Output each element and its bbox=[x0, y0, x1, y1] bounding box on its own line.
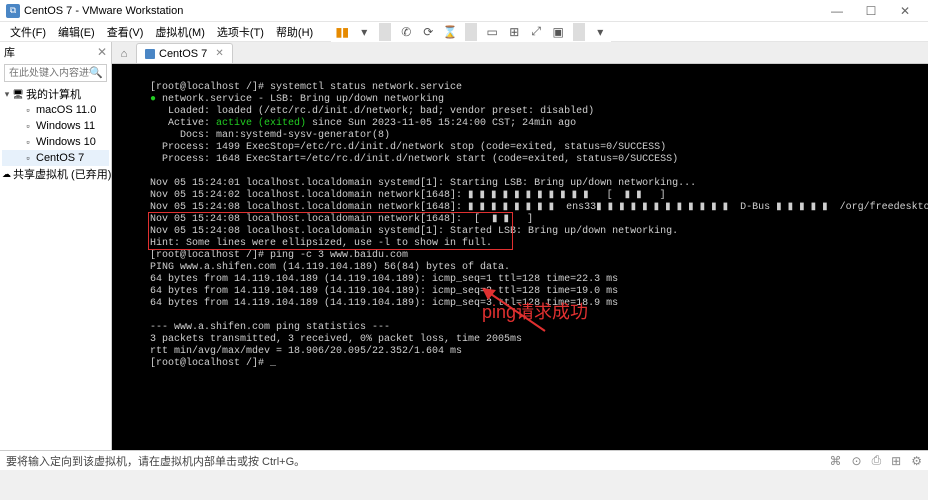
tree-label: 我的计算机 bbox=[26, 86, 81, 102]
term-line: Nov 05 15:24:02 localhost.localdomain ne… bbox=[150, 190, 666, 201]
tree-label: CentOS 7 bbox=[36, 152, 84, 164]
status-text: 要将输入定向到该虚拟机，请在虚拟机内部单击或按 Ctrl+G。 bbox=[6, 453, 305, 469]
unity-icon[interactable]: ▭ bbox=[481, 21, 503, 43]
menu-bar: 文件(F) 编辑(E) 查看(V) 虚拟机(M) 选项卡(T) 帮助(H) ▮▮… bbox=[0, 22, 928, 42]
tab-centos7[interactable]: CentOS 7 ✕ bbox=[136, 43, 233, 63]
terminal-output[interactable]: [root@localhost /]# systemctl status net… bbox=[112, 64, 928, 450]
vm-icon: ▫ bbox=[22, 104, 34, 116]
tab-close-icon[interactable]: ✕ bbox=[215, 48, 223, 59]
status-device-icon[interactable]: ⌘ bbox=[830, 454, 842, 468]
vm-icon: ▫ bbox=[22, 152, 34, 164]
library-sidebar: 库 ✕ 🔍 ▾🖥我的计算机 ▫macOS 11.0 ▫Windows 11 ▫W… bbox=[0, 42, 112, 450]
tree-item-shared[interactable]: ☁共享虚拟机 (已弃用) bbox=[2, 166, 109, 182]
status-device-icon[interactable]: ⊙ bbox=[852, 454, 862, 468]
send-icon[interactable]: ✆ bbox=[395, 21, 417, 43]
tree-item-centos7[interactable]: ▫CentOS 7 bbox=[2, 150, 109, 166]
pause-icon[interactable]: ▮▮ bbox=[331, 21, 353, 43]
term-line: network.service - LSB: Bring up/down net… bbox=[156, 94, 444, 105]
thumb-icon[interactable]: ⊞ bbox=[503, 21, 525, 43]
title-bar: ⧉ CentOS 7 - VMware Workstation — ☐ ✕ bbox=[0, 0, 928, 22]
toolbar-separator bbox=[573, 23, 585, 41]
app-icon: ⧉ bbox=[6, 4, 20, 18]
toolbar-separator bbox=[379, 23, 391, 41]
tree-item-macos[interactable]: ▫macOS 11.0 bbox=[2, 102, 109, 118]
term-line: --- www.a.shifen.com ping statistics --- bbox=[150, 322, 390, 333]
tree-label: 共享虚拟机 (已弃用) bbox=[13, 166, 111, 182]
tab-vm-icon bbox=[145, 49, 155, 59]
snapshot-icon[interactable]: ⌛ bbox=[439, 21, 461, 43]
tree-item-win10[interactable]: ▫Windows 10 bbox=[2, 134, 109, 150]
cycle-icon[interactable]: ⟳ bbox=[417, 21, 439, 43]
window-title: CentOS 7 - VMware Workstation bbox=[24, 5, 820, 17]
minimize-button[interactable]: — bbox=[820, 2, 854, 20]
tab-label: CentOS 7 bbox=[159, 48, 207, 60]
term-line: Loaded: loaded (/etc/rc.d/init.d/network… bbox=[150, 106, 594, 117]
stretch-icon[interactable]: ▣ bbox=[547, 21, 569, 43]
vm-icon: ▫ bbox=[22, 120, 34, 132]
toolbar-separator bbox=[465, 23, 477, 41]
term-line: Process: 1648 ExecStart=/etc/rc.d/init.d… bbox=[150, 154, 678, 165]
maximize-button[interactable]: ☐ bbox=[854, 2, 888, 20]
menu-view[interactable]: 查看(V) bbox=[101, 24, 150, 40]
sidebar-heading: 库 bbox=[4, 44, 15, 60]
status-bar: 要将输入定向到该虚拟机，请在虚拟机内部单击或按 Ctrl+G。 ⌘ ⊙ ⎙ ⊞ … bbox=[0, 450, 928, 470]
computer-icon: 🖥 bbox=[12, 88, 24, 100]
close-button[interactable]: ✕ bbox=[888, 2, 922, 20]
menu-help[interactable]: 帮助(H) bbox=[270, 24, 319, 40]
dropdown-icon[interactable]: ▾ bbox=[353, 21, 375, 43]
tree-item-win11[interactable]: ▫Windows 11 bbox=[2, 118, 109, 134]
sidebar-close-icon[interactable]: ✕ bbox=[97, 45, 107, 59]
term-line: [root@localhost /]# systemctl status net… bbox=[150, 82, 462, 93]
term-line: Process: 1499 ExecStop=/etc/rc.d/init.d/… bbox=[150, 142, 666, 153]
shared-icon: ☁ bbox=[2, 168, 11, 180]
tree-label: macOS 11.0 bbox=[36, 104, 96, 116]
menu-file[interactable]: 文件(F) bbox=[4, 24, 52, 40]
annotation-text: ping请求成功 bbox=[482, 306, 588, 318]
term-line: Active: bbox=[150, 118, 216, 129]
tree-label: Windows 11 bbox=[36, 120, 95, 132]
tree-item-mycomputer[interactable]: ▾🖥我的计算机 bbox=[2, 86, 109, 102]
fullscreen-icon[interactable]: ⤢ bbox=[525, 21, 547, 43]
term-line: [root@localhost /]# ping -c 3 www.baidu.… bbox=[150, 250, 408, 261]
tree-label: Windows 10 bbox=[36, 136, 96, 148]
menu-tabs[interactable]: 选项卡(T) bbox=[211, 24, 270, 40]
status-device-icon[interactable]: ⊞ bbox=[891, 454, 901, 468]
term-line: PING www.a.shifen.com (14.119.104.189) 5… bbox=[150, 262, 510, 273]
term-active: active (exited) bbox=[216, 118, 306, 129]
highlight-box bbox=[148, 212, 513, 250]
vm-icon: ▫ bbox=[22, 136, 34, 148]
status-device-icon[interactable]: ⚙ bbox=[911, 454, 922, 468]
status-device-icon[interactable]: ⎙ bbox=[872, 453, 882, 468]
term-line: [root@localhost /]# _ bbox=[150, 358, 276, 369]
menu-vm[interactable]: 虚拟机(M) bbox=[149, 24, 211, 40]
tab-bar: ⌂ CentOS 7 ✕ bbox=[112, 42, 928, 64]
term-line: since Sun 2023-11-05 15:24:00 CST; 24min… bbox=[306, 118, 576, 129]
menu-edit[interactable]: 编辑(E) bbox=[52, 24, 101, 40]
search-icon[interactable]: 🔍 bbox=[89, 66, 103, 79]
term-line: Docs: man:systemd-sysv-generator(8) bbox=[150, 130, 390, 141]
term-line: 64 bytes from 14.119.104.189 (14.119.104… bbox=[150, 274, 618, 285]
overflow-icon[interactable]: ▾ bbox=[589, 21, 611, 43]
term-line: Nov 05 15:24:01 localhost.localdomain sy… bbox=[150, 178, 696, 189]
home-icon[interactable]: ⌂ bbox=[114, 45, 134, 63]
term-line: rtt min/avg/max/mdev = 18.906/20.095/22.… bbox=[150, 346, 462, 357]
vm-tree: ▾🖥我的计算机 ▫macOS 11.0 ▫Windows 11 ▫Windows… bbox=[0, 84, 111, 450]
